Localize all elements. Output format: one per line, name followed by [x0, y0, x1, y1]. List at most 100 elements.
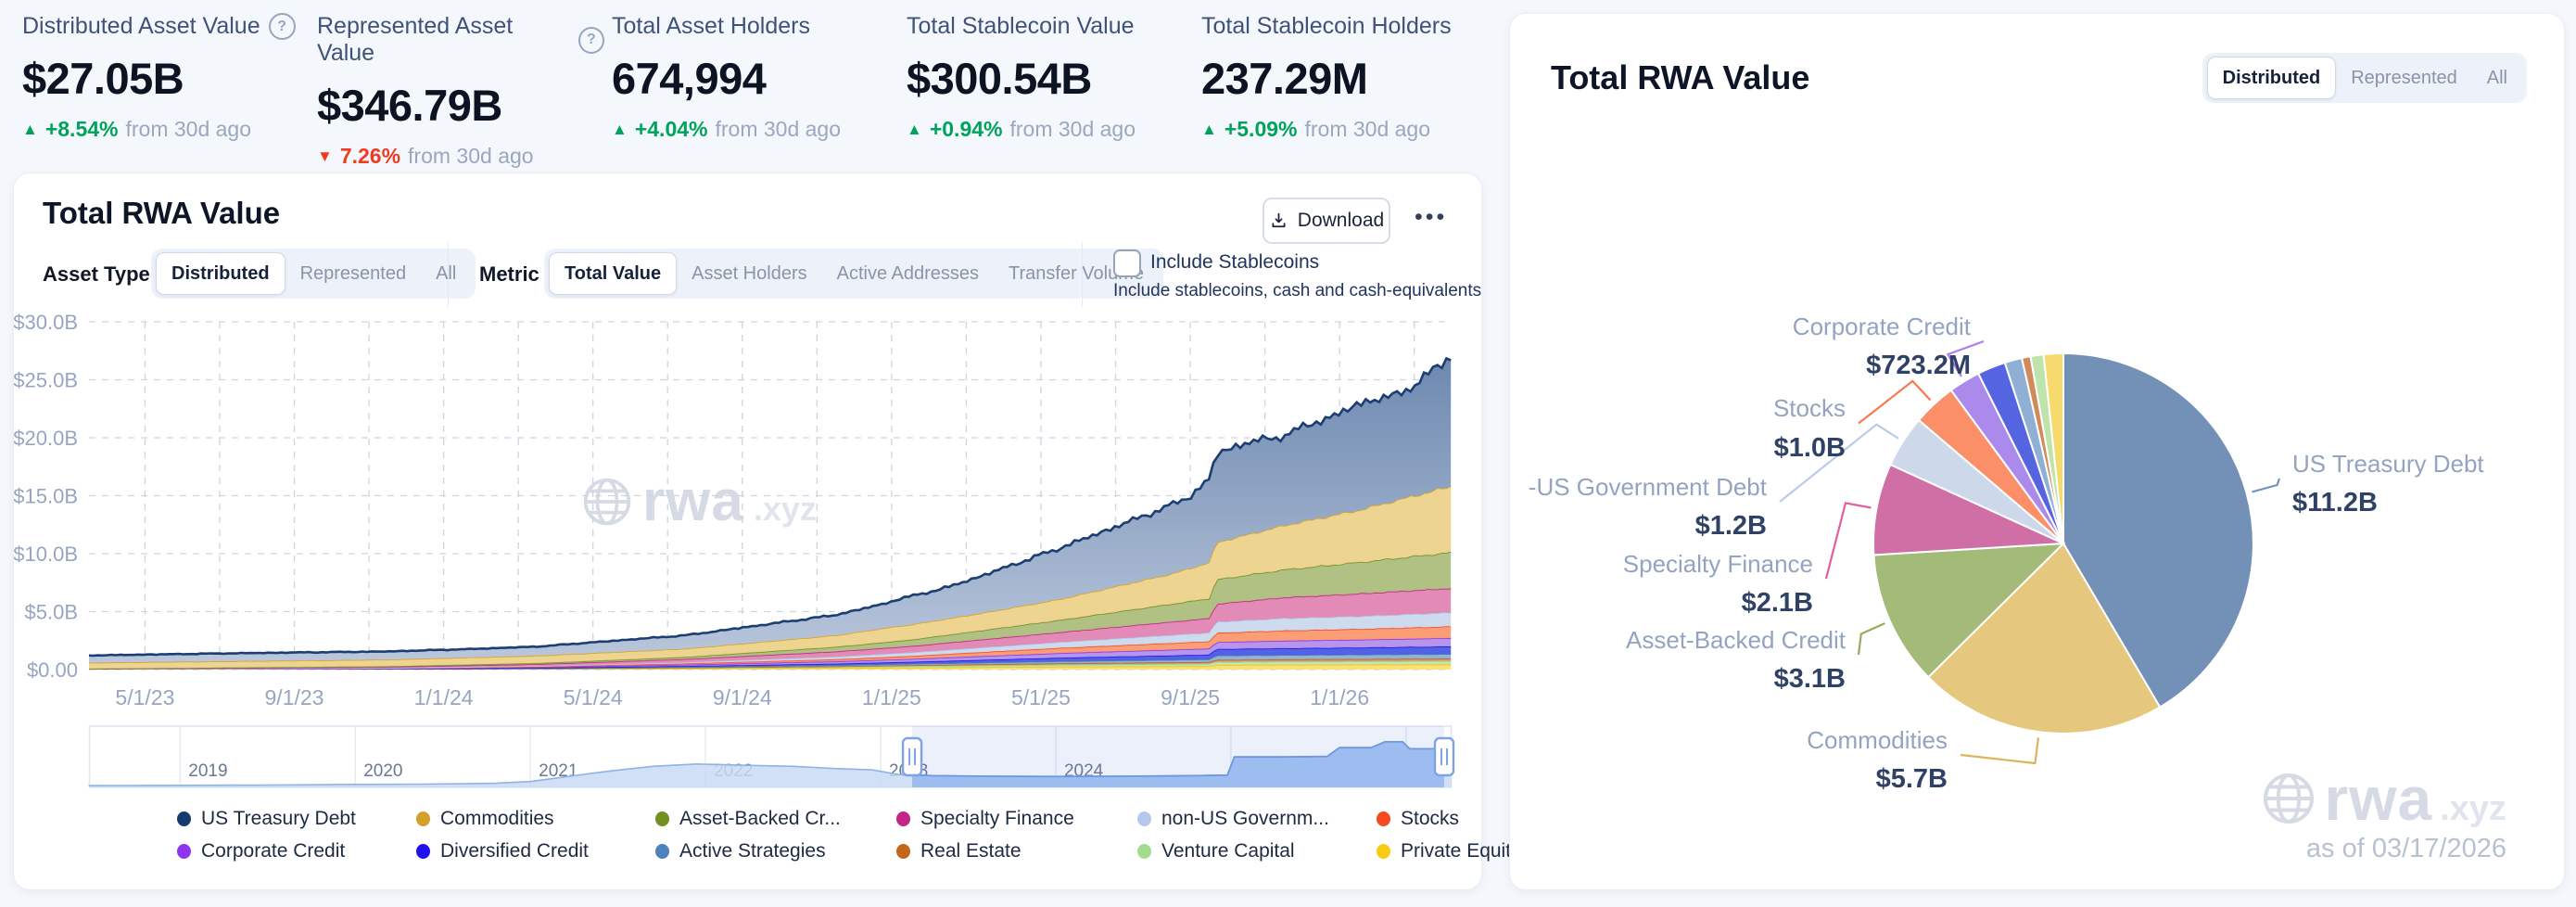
total-rwa-value-chart-card: Total RWA Value Download ••• Asset Type …	[13, 172, 1482, 890]
stat-value: $346.79B	[317, 80, 604, 131]
download-label: Download	[1298, 210, 1384, 232]
delta-value: +0.94%	[930, 117, 1003, 142]
pie-label-title: Commodities	[1807, 726, 1948, 754]
legend-label: Private Equity	[1401, 840, 1521, 862]
more-menu-button[interactable]: •••	[1415, 204, 1447, 231]
include-stablecoins-checkbox[interactable]	[1113, 249, 1141, 277]
legend-dot-icon	[896, 811, 910, 826]
legend-dot-icon	[416, 844, 430, 859]
x-axis-tick: 1/1/26	[1310, 685, 1369, 709]
legend-item-stocks[interactable]: Stocks	[1377, 808, 1521, 830]
asset-type-option-distributed[interactable]: Distributed	[156, 252, 286, 295]
legend-dot-icon	[896, 844, 910, 859]
metric-option-total-value[interactable]: Total Value	[549, 252, 677, 295]
legend-dot-icon	[177, 811, 191, 826]
y-axis-tick: $25.0B	[14, 369, 78, 392]
legend-item-venture-capital[interactable]: Venture Capital	[1137, 840, 1377, 862]
legend-label: Specialty Finance	[920, 808, 1074, 830]
pie-leader-line	[2252, 479, 2280, 492]
include-stablecoins-sublabel: Include stablecoins, cash and cash-equiv…	[1113, 281, 1481, 301]
legend-item-diversified-credit[interactable]: Diversified Credit	[416, 840, 655, 862]
legend-label: Corporate Credit	[201, 840, 345, 862]
stat-value: $27.05B	[22, 53, 310, 104]
stat-label: Represented Asset Value?	[317, 13, 604, 67]
asset-type-option-represented[interactable]: Represented	[286, 253, 422, 294]
pie-asset-type-option-all[interactable]: All	[2472, 57, 2522, 98]
legend-item-private-equity[interactable]: Private Equity	[1377, 840, 1521, 862]
brush-handle-left[interactable]	[903, 738, 921, 775]
x-axis-tick: 9/1/25	[1161, 685, 1220, 709]
metric-label: Metric	[479, 262, 539, 287]
delta-suffix: from 30d ago	[715, 117, 841, 142]
card-title: Total RWA Value	[43, 196, 280, 231]
chart-legend: US Treasury DebtCommodities Asset-Backed …	[177, 802, 1521, 867]
delta-up-icon: ▲	[612, 121, 628, 139]
legend-label: non-US Governm...	[1161, 808, 1329, 830]
legend-item-specialty-finance[interactable]: Specialty Finance	[896, 808, 1137, 830]
legend-item-corporate-credit[interactable]: Corporate Credit	[177, 840, 416, 862]
stat-label: Distributed Asset Value?	[22, 13, 310, 40]
stat-delta: ▲ +4.04% from 30d ago	[612, 117, 899, 142]
legend-item-active-strategies[interactable]: Active Strategies	[655, 840, 896, 862]
watermark-tld: .xyz	[2440, 789, 2506, 829]
legend-item-commodities[interactable]: Commodities	[416, 808, 655, 830]
stat-value: 237.29M	[1201, 53, 1489, 104]
delta-value: +5.09%	[1225, 117, 1298, 142]
stat-distributed-asset-value: Distributed Asset Value? $27.05B ▲+8.54%…	[22, 13, 310, 142]
metric-option-active-addresses[interactable]: Active Addresses	[822, 253, 994, 294]
delta-suffix: from 30d ago	[408, 144, 534, 169]
x-axis-tick: 1/1/24	[414, 685, 474, 709]
stat-label: Total Stablecoin Value	[907, 13, 1194, 40]
pie-label-title: non-US Government Debt	[1529, 473, 1768, 501]
x-axis-tick: 5/1/23	[115, 685, 174, 709]
x-axis-tick: 1/1/25	[862, 685, 921, 709]
brush-year-label: 2020	[363, 761, 402, 781]
pie-label-value: $5.7B	[1876, 764, 1948, 794]
legend-dot-icon	[1377, 811, 1390, 826]
legend-dot-icon	[655, 811, 669, 826]
legend-item-non-us-governm-[interactable]: non-US Governm...	[1137, 808, 1377, 830]
pie-label-value: $1.0B	[1774, 433, 1846, 463]
brush-handle-right[interactable]	[1435, 738, 1453, 775]
pie-asset-type-option-represented[interactable]: Represented	[2336, 57, 2472, 98]
legend-dot-icon	[1377, 844, 1390, 859]
divider	[448, 242, 449, 307]
pie-label-title: Asset-Backed Credit	[1626, 626, 1846, 654]
legend-label: Active Strategies	[679, 840, 826, 862]
pie-label-title: US Treasury Debt	[2292, 450, 2484, 478]
stat-delta: ▲+0.94%from 30d ago	[907, 117, 1194, 142]
delta-suffix: from 30d ago	[125, 117, 251, 142]
download-icon	[1269, 211, 1288, 231]
legend-dot-icon	[416, 811, 430, 826]
watermark-brand: rwa	[2324, 763, 2432, 834]
pie-leader-line	[1826, 503, 1872, 579]
metric-option-asset-holders[interactable]: Asset Holders	[677, 253, 822, 294]
pie-leader-line	[1859, 623, 1884, 655]
delta-value: +4.04%	[635, 117, 708, 142]
globe-icon	[2261, 771, 2316, 826]
y-axis-tick: $5.0B	[25, 601, 79, 624]
help-icon[interactable]: ?	[269, 13, 296, 40]
legend-dot-icon	[1137, 811, 1151, 826]
timeline-brush[interactable]: 20192020202120222023202420252...	[89, 722, 1452, 797]
pie-label-value: $723.2M	[1866, 351, 1971, 380]
pie-asset-type-option-distributed[interactable]: Distributed	[2207, 57, 2337, 99]
stat-label-text: Distributed Asset Value	[22, 13, 260, 40]
pie-label-title: Corporate Credit	[1793, 313, 1972, 340]
legend-item-real-estate[interactable]: Real Estate	[896, 840, 1137, 862]
pie-label-value: $3.1B	[1774, 664, 1846, 694]
legend-item-us-treasury-debt[interactable]: US Treasury Debt	[177, 808, 416, 830]
stat-value: $300.54B	[907, 53, 1194, 104]
download-button[interactable]: Download	[1263, 198, 1390, 244]
legend-item-asset-backed-cr-[interactable]: Asset-Backed Cr...	[655, 808, 896, 830]
help-icon[interactable]: ?	[578, 27, 604, 54]
legend-dot-icon	[1137, 844, 1151, 859]
pie-label-title: Stocks	[1773, 394, 1846, 422]
pie-label-title: Specialty Finance	[1623, 550, 1813, 578]
pie-label-value: $11.2B	[2292, 488, 2378, 517]
legend-label: Asset-Backed Cr...	[679, 808, 841, 830]
stat-label-text: Total Stablecoin Holders	[1201, 13, 1452, 40]
pie-label-value: $2.1B	[1742, 588, 1813, 618]
asset-type-option-all[interactable]: All	[421, 253, 471, 294]
stat-label: Total Stablecoin Holders	[1201, 13, 1489, 40]
